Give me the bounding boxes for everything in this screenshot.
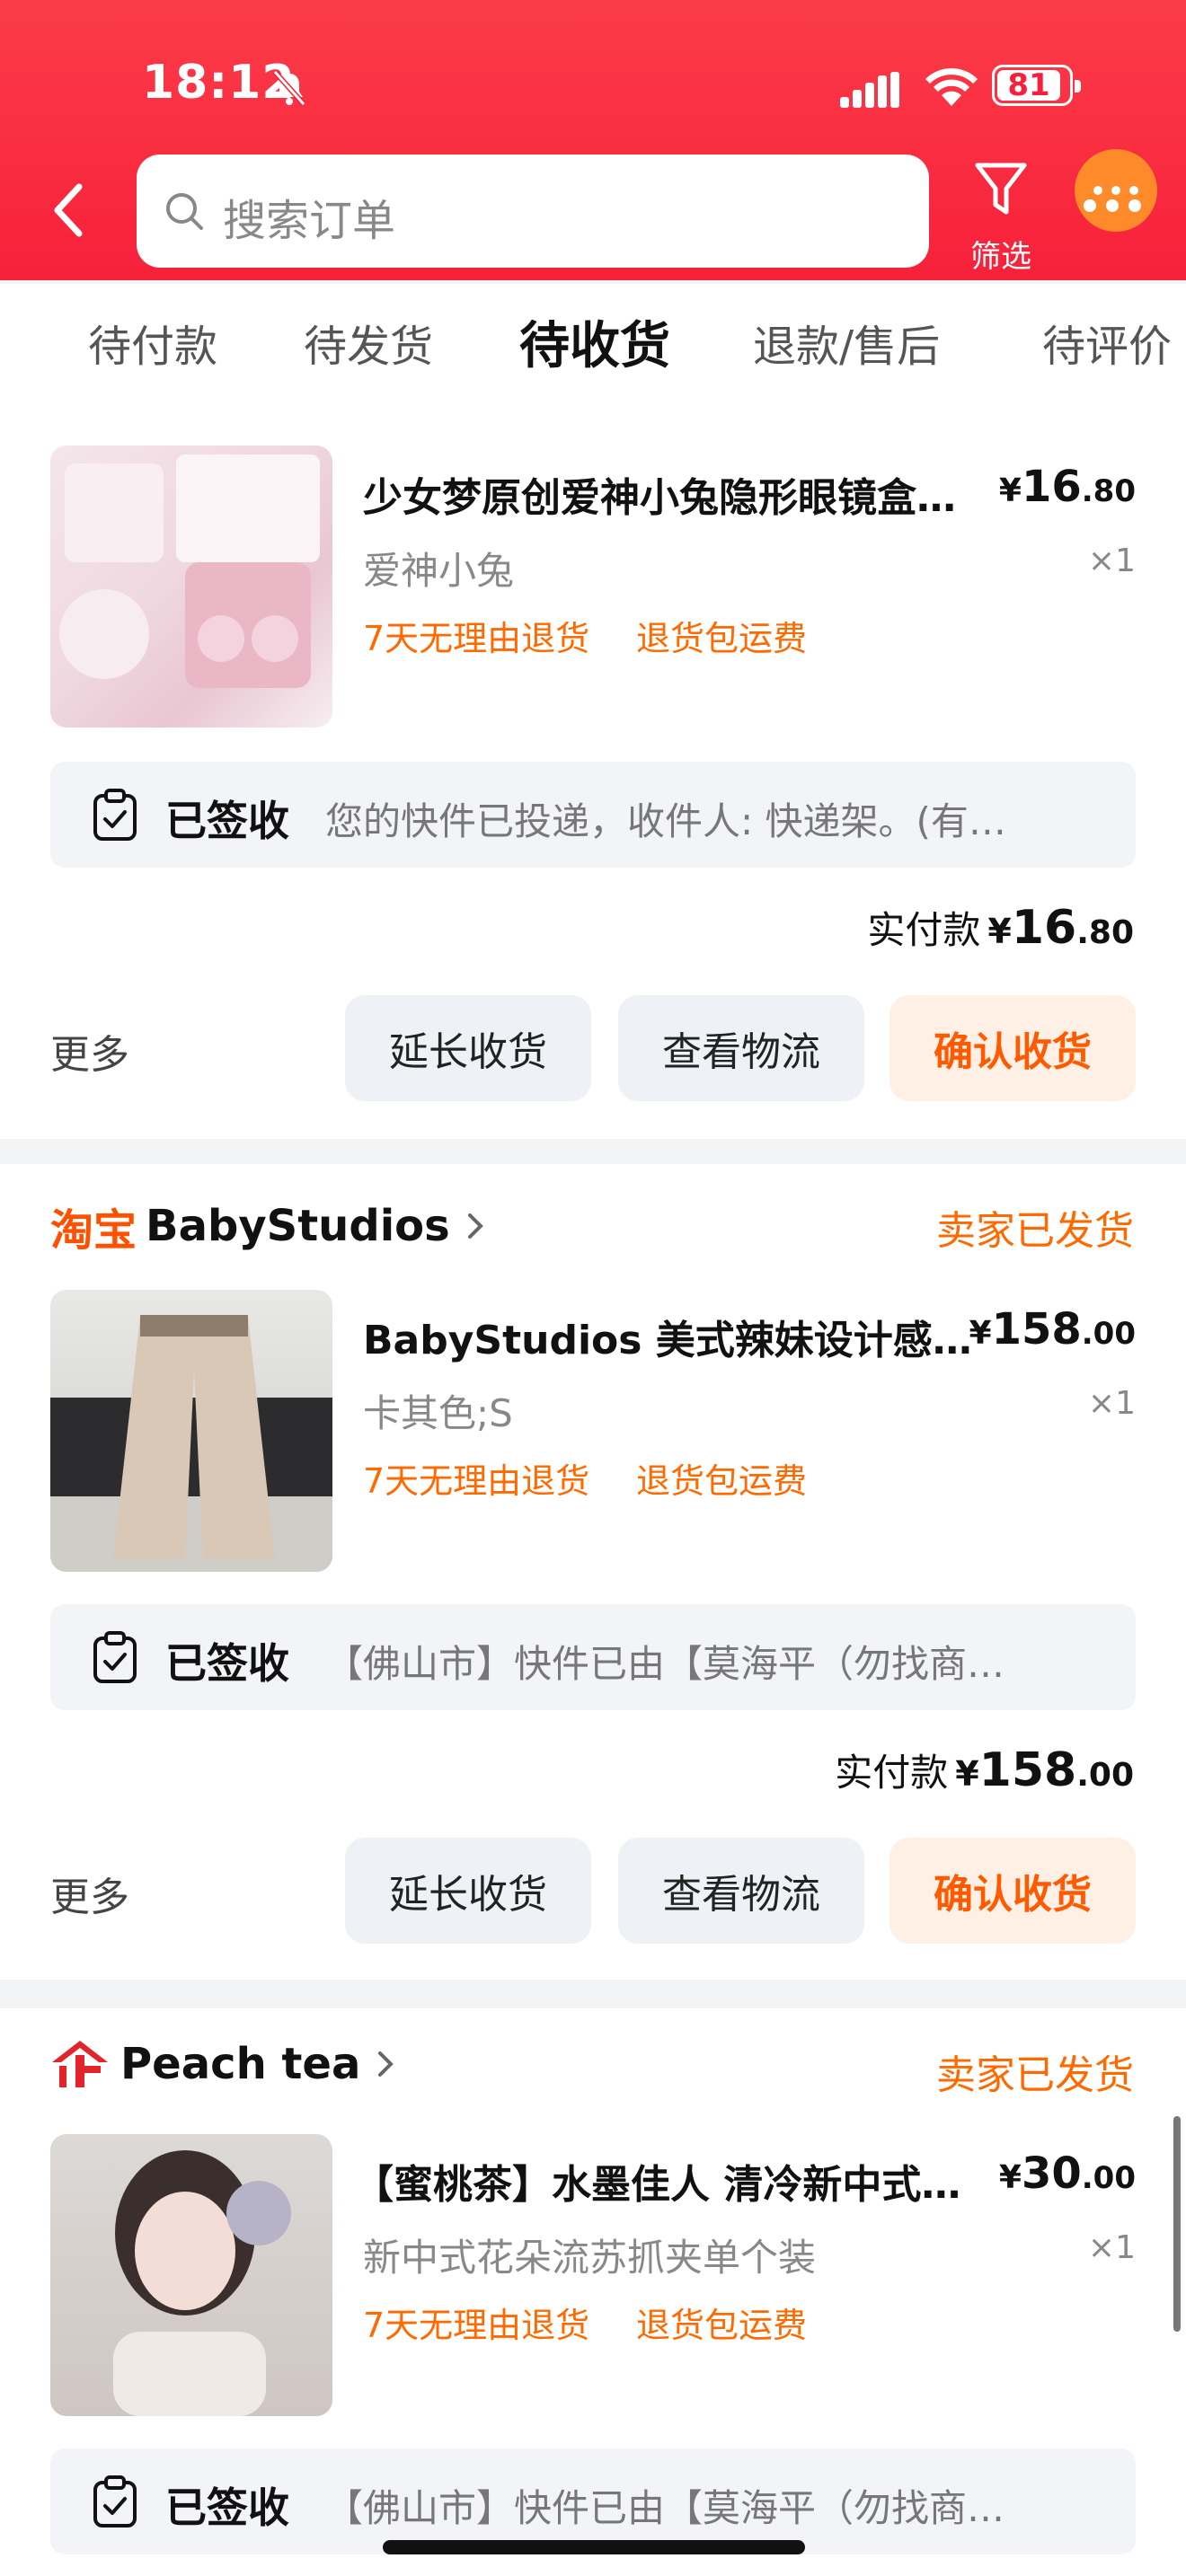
tab-pending-receipt[interactable]: 待收货 [519, 305, 670, 378]
filter-button[interactable]: 筛选 [960, 156, 1042, 275]
filter-label: 筛选 [970, 239, 1031, 275]
more-menu-button[interactable] [1075, 149, 1157, 232]
product-price: ¥30.00 [998, 2148, 1136, 2199]
search-icon [166, 193, 203, 230]
order-card: 淘宝 BabyStudios 卖家已发货 BabyStudios 美式辣妹设计感… [0, 1164, 1186, 1980]
order-card: 少女梦原创爱神小兔隐形眼镜盒… ¥16.80 爱神小兔 ×1 7天无理由退货 退… [0, 410, 1186, 1139]
more-dots-icon-white[interactable] [1084, 199, 1141, 212]
more-actions-link[interactable]: 更多 [50, 1865, 129, 1922]
return-policy-tag: 7天无理由退货 [363, 1461, 590, 1501]
product-sku: 爱神小兔 [363, 549, 515, 593]
wifi-icon [925, 67, 978, 106]
clipboard-check-icon [93, 2475, 137, 2527]
pants-photo [50, 1315, 332, 1572]
shop-header[interactable]: 淘宝 BabyStudios [50, 1195, 488, 1257]
logistics-status: 已签收 [165, 797, 289, 845]
model-photo [113, 2150, 291, 2416]
amount-paid: 实付款 ¥158.00 [835, 1743, 1134, 1797]
product-quantity: ×1 [1087, 2229, 1136, 2266]
shipping-status: 卖家已发货 [936, 1208, 1134, 1254]
product-image[interactable] [50, 2134, 332, 2416]
view-logistics-button[interactable]: 查看物流 [618, 1838, 864, 1944]
free-return-shipping-tag: 退货包运费 [636, 2306, 808, 2345]
cellular-signal-icon [840, 72, 899, 108]
battery-indicator: 81 [992, 65, 1081, 106]
confirm-receipt-button[interactable]: 确认收货 [890, 995, 1136, 1101]
amount-paid: 实付款 ¥16.80 [867, 901, 1134, 955]
extend-receipt-button[interactable]: 延长收货 [345, 995, 591, 1101]
clipboard-check-icon [93, 1631, 137, 1683]
bell-muted-icon [272, 70, 306, 106]
confirm-receipt-button[interactable]: 确认收货 [890, 1838, 1136, 1944]
product-price: ¥158.00 [969, 1304, 1137, 1354]
return-policy-tag: 7天无理由退货 [363, 2306, 590, 2345]
enterprise-shop-icon [52, 2041, 108, 2087]
more-actions-link[interactable]: 更多 [50, 1022, 129, 1080]
logistics-detail: 【佛山市】快件已由【莫海平（勿找商… [325, 2486, 1005, 2530]
filter-funnel-icon [975, 163, 1027, 215]
product-price: ¥16.80 [998, 462, 1136, 512]
clipboard-check-icon [93, 789, 137, 841]
more-dots-icon [1093, 186, 1138, 195]
tab-pending-review[interactable]: 待评价 [1042, 311, 1172, 374]
shipping-status: 卖家已发货 [936, 2052, 1134, 2098]
tab-refund-aftersale[interactable]: 退款/售后 [753, 311, 940, 374]
app-header: 18:12 81 搜索订单 筛选 [0, 0, 1186, 280]
shop-name: Peach tea [120, 2039, 361, 2089]
product-sku: 新中式花朵流苏抓夹单个装 [363, 2236, 817, 2280]
tab-pending-shipment[interactable]: 待发货 [304, 311, 433, 374]
free-return-shipping-tag: 退货包运费 [636, 619, 808, 658]
home-indicator[interactable] [383, 2540, 805, 2554]
logistics-summary[interactable]: 已签收 【佛山市】快件已由【莫海平（勿找商… [50, 1604, 1136, 1710]
view-logistics-button[interactable]: 查看物流 [618, 995, 864, 1101]
back-arrow-icon[interactable] [47, 180, 90, 241]
scrollbar[interactable] [1173, 2116, 1181, 2332]
logistics-status: 已签收 [165, 1639, 289, 1688]
logistics-summary[interactable]: 已签收 【佛山市】快件已由【莫海平（勿找商… [50, 2448, 1136, 2554]
order-tabs: 待付款 待发货 待收货 退款/售后 待评价 [0, 284, 1186, 410]
contact-lens-case-image [59, 454, 320, 688]
logistics-status: 已签收 [165, 2483, 289, 2532]
chevron-right-icon [467, 1213, 483, 1239]
free-return-shipping-tag: 退货包运费 [636, 1461, 808, 1501]
taobao-logo: 淘宝 [50, 1205, 137, 1256]
battery-level: 81 [1007, 67, 1050, 103]
product-image[interactable] [50, 446, 332, 728]
return-policy-tag: 7天无理由退货 [363, 619, 590, 658]
logistics-summary[interactable]: 已签收 您的快件已投递，收件人: 快递架。(有… [50, 762, 1136, 868]
tab-pending-payment[interactable]: 待付款 [88, 311, 217, 374]
search-input[interactable]: 搜索订单 [137, 154, 929, 268]
product-quantity: ×1 [1087, 543, 1136, 579]
chevron-right-icon [378, 2051, 394, 2077]
logistics-detail: 【佛山市】快件已由【莫海平（勿找商… [325, 1642, 1005, 1686]
search-placeholder: 搜索订单 [223, 196, 396, 246]
shop-name: BabyStudios [146, 1201, 450, 1251]
product-image[interactable] [50, 1290, 332, 1572]
product-title[interactable]: 少女梦原创爱神小兔隐形眼镜盒… [363, 465, 992, 523]
shop-header[interactable]: Peach tea [50, 2039, 398, 2089]
product-quantity: ×1 [1087, 1385, 1136, 1422]
product-title[interactable]: BabyStudios 美式辣妹设计感… [363, 1308, 974, 1365]
extend-receipt-button[interactable]: 延长收货 [345, 1838, 591, 1944]
product-title[interactable]: 【蜜桃茶】水墨佳人 清冷新中式… [354, 2152, 965, 2210]
order-card: Peach tea 卖家已发货 【蜜桃茶】水墨佳人 清冷新中式… ¥30.00 … [0, 2008, 1186, 2576]
logistics-detail: 您的快件已投递，收件人: 快递架。(有… [325, 799, 1006, 843]
product-sku: 卡其色;S [363, 1391, 513, 1435]
